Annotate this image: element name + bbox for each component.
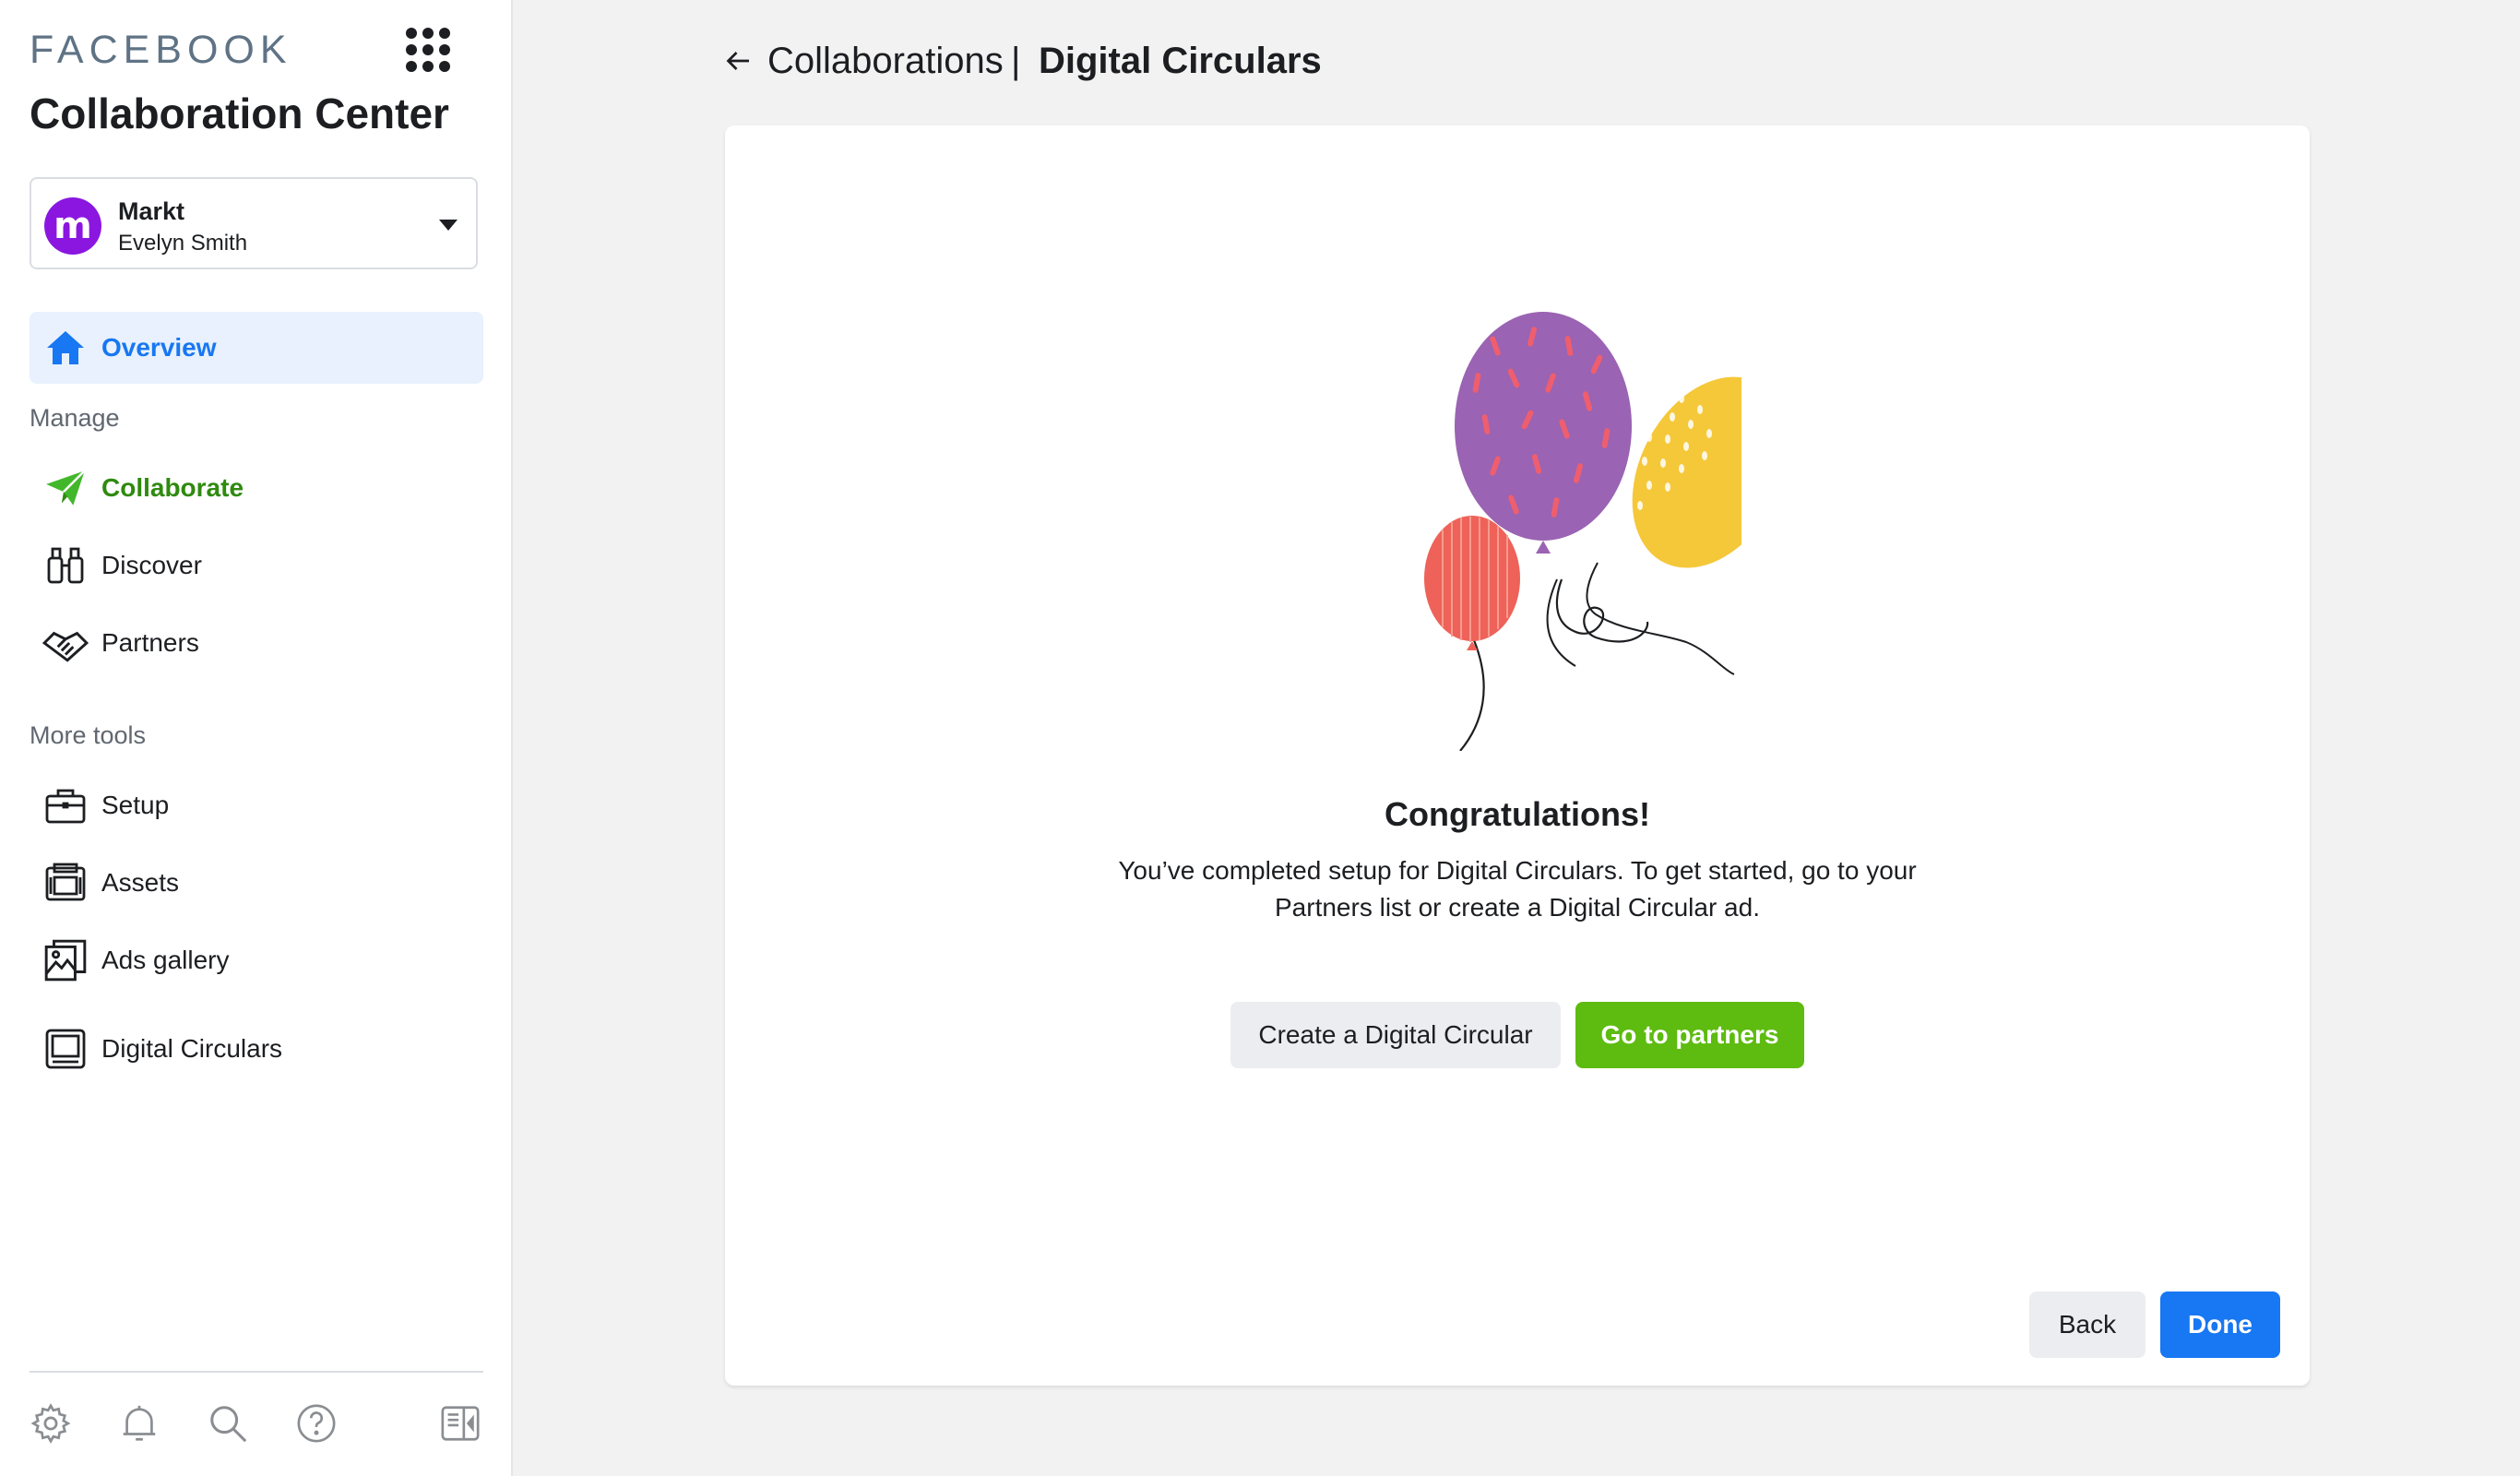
sidebar-item-discover[interactable]: Discover [30, 530, 483, 601]
sidebar-item-partners[interactable]: Partners [30, 607, 483, 679]
search-icon[interactable] [205, 1400, 251, 1446]
sidebar-item-overview[interactable]: Overview [30, 312, 483, 384]
sidebar-item-label: Setup [101, 791, 170, 819]
back-button[interactable]: Back [2029, 1292, 2146, 1358]
assets-icon [41, 858, 90, 908]
breadcrumb-collaborations[interactable]: Collaborations [767, 41, 1004, 82]
section-label-manage: Manage [30, 404, 120, 432]
setup-complete-card: Congratulations! You’ve completed setup … [725, 125, 2310, 1386]
sidebar-item-label: Partners [101, 628, 199, 657]
sidebar-item-label: Discover [101, 551, 202, 579]
sidebar-item-label: Digital Circulars [101, 1034, 283, 1063]
create-digital-circular-button[interactable]: Create a Digital Circular [1230, 1002, 1561, 1068]
back-arrow-icon[interactable] [721, 44, 755, 77]
section-label-more-tools: More tools [30, 721, 147, 749]
help-icon[interactable] [293, 1400, 339, 1446]
sidebar-divider [30, 1371, 483, 1373]
go-to-partners-button[interactable]: Go to partners [1575, 1002, 1804, 1068]
bell-icon[interactable] [116, 1400, 162, 1446]
sidebar-item-label: Assets [101, 868, 180, 897]
sidebar-item-ads-gallery[interactable]: Ads gallery [30, 924, 483, 996]
page-title: Digital Circulars [1039, 41, 1322, 81]
sidebar-item-label: Overview [101, 333, 217, 362]
home-icon [41, 323, 90, 373]
sidebar-item-label: Collaborate [101, 473, 244, 502]
image-gallery-icon [41, 935, 90, 985]
congrats-title: Congratulations! [1385, 795, 1650, 833]
sidebar-item-collaborate[interactable]: Collaborate [30, 452, 483, 524]
account-user: Evelyn Smith [118, 231, 248, 256]
account-name: Markt [118, 197, 185, 225]
sidebar-item-digital-circulars[interactable]: Digital Circulars [30, 1013, 483, 1085]
account-switcher[interactable]: m Markt Evelyn Smith [30, 177, 478, 269]
monitor-icon [41, 1024, 90, 1074]
binoculars-icon [41, 541, 90, 590]
paper-plane-icon [41, 463, 90, 513]
facebook-wordmark: FACEBOOK [30, 28, 292, 72]
sidebar-item-setup[interactable]: Setup [30, 769, 483, 841]
congrats-message: You’ve completed setup for Digital Circu… [1118, 856, 1917, 922]
done-button[interactable]: Done [2160, 1292, 2280, 1358]
collapse-panel-icon[interactable] [437, 1400, 483, 1446]
handshake-icon [41, 618, 90, 668]
product-name: Collaboration Center [30, 89, 449, 137]
breadcrumb-separator: | [1011, 41, 1021, 81]
sidebar-item-label: Ads gallery [101, 946, 230, 974]
briefcase-icon [41, 780, 90, 830]
sidebar: FACEBOOK Collaboration Center m Markt Ev… [0, 0, 513, 1476]
gear-icon[interactable] [28, 1400, 74, 1446]
apps-grid-icon[interactable] [406, 28, 450, 72]
balloons-illustration [1424, 312, 1741, 751]
caret-down-icon [439, 220, 458, 231]
avatar: m [44, 197, 101, 255]
sidebar-item-assets[interactable]: Assets [30, 847, 483, 919]
